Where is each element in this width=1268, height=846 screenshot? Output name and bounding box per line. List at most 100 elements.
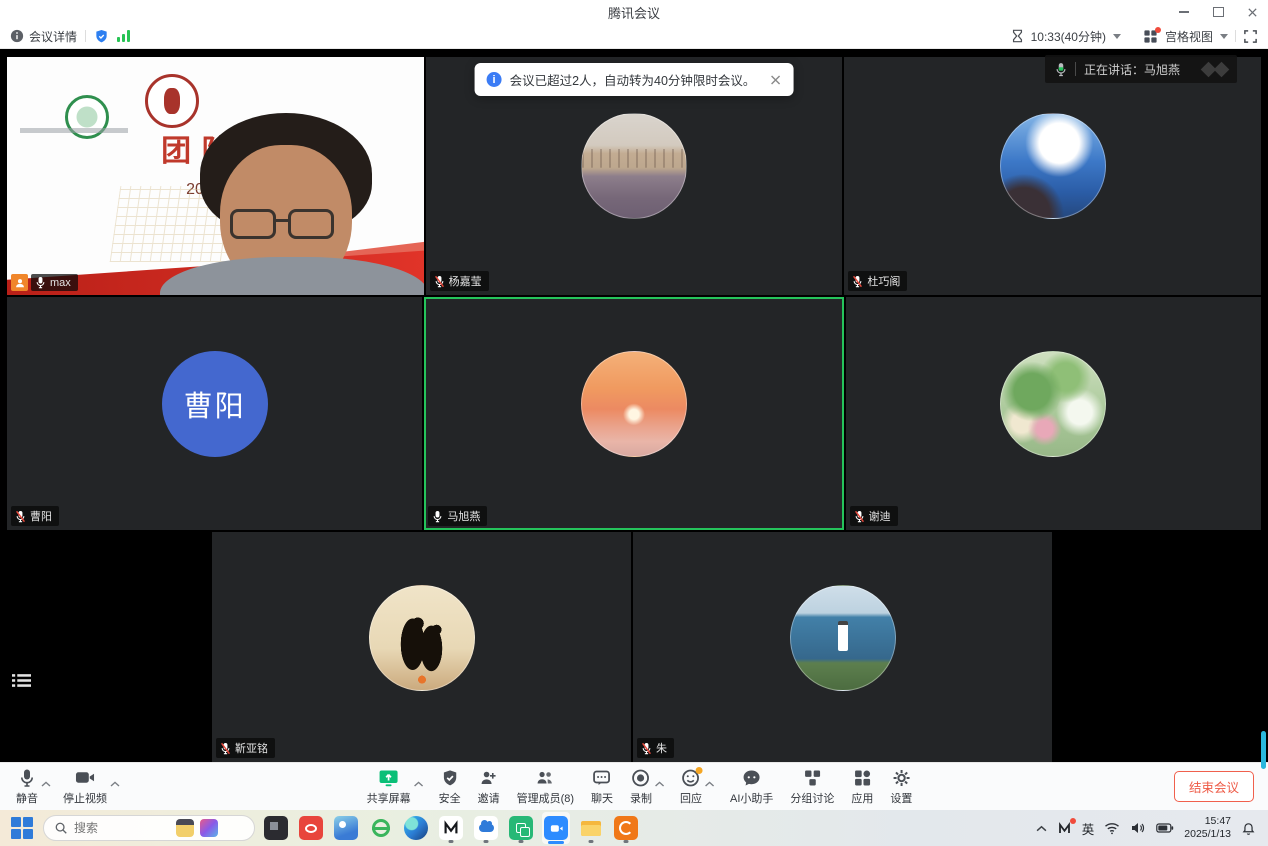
avatar xyxy=(1000,113,1106,219)
taskbar-search[interactable] xyxy=(43,815,255,841)
window-controls xyxy=(1178,0,1258,24)
participant-name: 曹阳 xyxy=(30,508,52,524)
mic-muted-icon xyxy=(854,510,865,523)
mic-muted-icon xyxy=(641,742,652,755)
person-icon xyxy=(14,277,26,289)
taskbar-app-cloud-drive[interactable] xyxy=(472,812,500,844)
minimize-button[interactable] xyxy=(1178,6,1190,18)
participant-tile[interactable]: 谢迪 xyxy=(846,297,1261,530)
taskbar-app-orange-g[interactable] xyxy=(612,812,640,844)
stop-video-button[interactable]: 停止视频 xyxy=(61,767,109,806)
settings-button[interactable]: 设置 xyxy=(888,767,914,806)
maximize-button[interactable] xyxy=(1212,6,1224,18)
share-screen-button[interactable]: 共享屏幕 xyxy=(365,767,413,806)
mute-button[interactable]: 静音 xyxy=(14,767,40,806)
record-button[interactable]: 录制 xyxy=(628,767,654,806)
taskbar-app-huawei-store[interactable] xyxy=(297,812,325,844)
participant-tile[interactable]: 靳亚铭 xyxy=(212,532,631,762)
video-grid: 团队会 2025 xyxy=(0,49,1268,762)
slide-caption-text xyxy=(20,128,128,133)
participant-name: 马旭燕 xyxy=(447,508,480,524)
taskbar-app-gallery[interactable] xyxy=(332,812,360,844)
grid-view-icon xyxy=(1143,29,1158,44)
ai-assistant-icon xyxy=(742,767,762,788)
participant-name: 朱 xyxy=(656,740,667,756)
video-options-chevron[interactable] xyxy=(110,774,120,792)
security-button[interactable]: 安全 xyxy=(437,767,463,806)
participant-tile-max[interactable]: 团队会 2025 xyxy=(7,57,424,295)
mic-on-icon xyxy=(35,276,46,289)
close-button[interactable] xyxy=(1246,6,1258,18)
taskbar-clock[interactable]: 15:47 2025/1/13 xyxy=(1184,815,1231,841)
avatar xyxy=(1000,351,1106,457)
taskbar-app-photoshop[interactable] xyxy=(262,812,290,844)
scrollbar-thumb[interactable] xyxy=(1261,731,1266,769)
watermark xyxy=(1203,64,1227,75)
grid-row-2: 曹阳 曹阳 马旭燕 谢迪 xyxy=(7,297,1261,530)
manage-members-button[interactable]: 管理成员(8) xyxy=(515,767,576,806)
participant-face xyxy=(172,113,407,295)
speaking-text: 正在讲话：马旭燕 xyxy=(1084,61,1180,78)
ime-indicator[interactable]: 英 xyxy=(1082,819,1095,838)
windows-logo-icon xyxy=(11,817,33,839)
security-shield-icon[interactable] xyxy=(94,29,109,44)
taskbar-app-green-browser[interactable] xyxy=(367,812,395,844)
taskbar-app-edge[interactable] xyxy=(402,812,430,844)
participant-tile[interactable]: 朱 xyxy=(633,532,1052,762)
network-signal-icon[interactable] xyxy=(117,30,130,42)
taskbar-app-tencent-meeting[interactable] xyxy=(542,812,570,844)
taskbar-app-xmind[interactable] xyxy=(437,812,465,844)
meeting-timer[interactable]: 10:33(40分钟) xyxy=(1031,28,1106,45)
list-overlay-icon[interactable] xyxy=(12,673,31,693)
shield-icon xyxy=(440,767,459,788)
windows-taskbar: 英 15:47 2025/1/13 xyxy=(0,810,1268,846)
breakout-squares-icon xyxy=(802,767,822,788)
notification-center-icon[interactable] xyxy=(1241,821,1256,836)
ai-assistant-button[interactable]: AI小助手 xyxy=(728,767,775,806)
wifi-icon[interactable] xyxy=(1104,822,1120,835)
reactions-button[interactable]: 回应 xyxy=(678,767,704,806)
taskbar-app-screen-capture[interactable] xyxy=(507,812,535,844)
tray-xmind-icon[interactable] xyxy=(1057,821,1072,836)
avatar xyxy=(790,585,896,691)
meeting-details-label: 会议详情 xyxy=(29,28,77,45)
search-input[interactable] xyxy=(74,821,170,835)
gear-icon xyxy=(891,767,911,788)
invite-button[interactable]: 邀请 xyxy=(476,767,502,806)
search-highlight-icon-1[interactable] xyxy=(176,819,194,837)
name-label: 朱 xyxy=(637,738,674,758)
mic-muted-icon xyxy=(852,275,863,288)
participant-name: 靳亚铭 xyxy=(235,740,268,756)
meeting-details-button[interactable]: 会议详情 xyxy=(10,28,77,45)
avatar-initials: 曹阳 xyxy=(162,351,268,457)
name-label: 杨嘉莹 xyxy=(430,271,489,291)
fullscreen-icon[interactable] xyxy=(1243,29,1258,44)
volume-icon[interactable] xyxy=(1130,821,1146,835)
end-meeting-button[interactable]: 结束会议 xyxy=(1174,771,1254,802)
view-mode-label[interactable]: 宫格视图 xyxy=(1165,28,1213,45)
start-button[interactable] xyxy=(8,812,36,844)
taskbar-app-file-explorer[interactable] xyxy=(577,812,605,844)
participant-tile-active-speaker[interactable]: 马旭燕 xyxy=(424,297,843,530)
name-label: 靳亚铭 xyxy=(216,738,275,758)
name-label: 谢迪 xyxy=(850,506,898,526)
reactions-options-chevron[interactable] xyxy=(705,774,715,792)
share-options-chevron[interactable] xyxy=(414,774,424,792)
apps-button[interactable]: 应用 xyxy=(849,767,875,806)
participant-tile[interactable]: 曹阳 曹阳 xyxy=(7,297,422,530)
chat-button[interactable]: 聊天 xyxy=(589,767,615,806)
meeting-toolbar: 静音 停止视频 共享屏幕 安全 xyxy=(0,762,1268,810)
microphone-icon xyxy=(19,767,35,788)
timer-caret-icon[interactable] xyxy=(1113,34,1121,39)
battery-icon[interactable] xyxy=(1156,823,1174,833)
mic-muted-icon xyxy=(220,742,231,755)
tray-expand-chevron[interactable] xyxy=(1036,825,1047,832)
record-options-chevron[interactable] xyxy=(655,774,665,792)
view-caret-icon[interactable] xyxy=(1220,34,1228,39)
participant-tile[interactable]: 杜巧阁 xyxy=(844,57,1261,295)
avatar xyxy=(581,113,687,219)
search-highlight-icon-2[interactable] xyxy=(200,819,218,837)
mute-options-chevron[interactable] xyxy=(41,774,51,792)
banner-close-icon[interactable] xyxy=(769,74,781,86)
breakout-rooms-button[interactable]: 分组讨论 xyxy=(788,767,836,806)
